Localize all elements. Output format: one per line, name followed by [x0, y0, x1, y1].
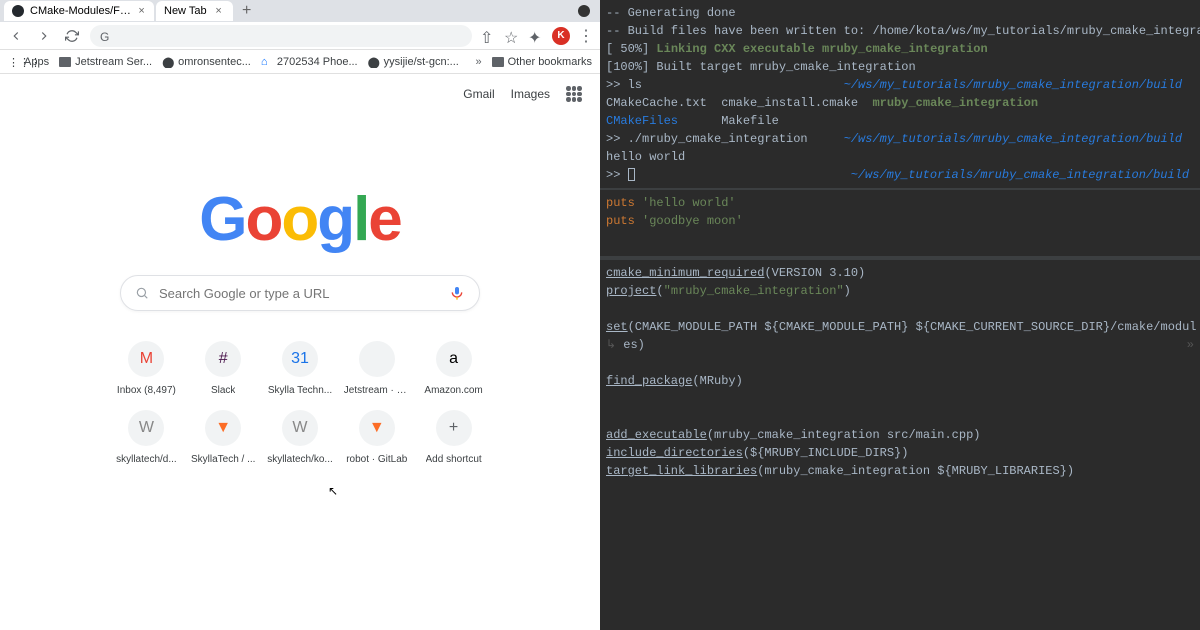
- shortcut-label: skyllatech/d...: [116, 454, 177, 465]
- shortcut-icon: ▼: [359, 410, 395, 446]
- terminal-pane[interactable]: -- Generating done-- Build files have be…: [600, 0, 1200, 190]
- shortcut-icon: +: [436, 410, 472, 446]
- shortcut-tile[interactable]: Jetstream · S...: [340, 337, 413, 400]
- shortcut-icon: #: [205, 341, 241, 377]
- terminal-line: CMakeFiles Makefile: [606, 112, 1194, 130]
- share-icon[interactable]: ⇧: [480, 28, 496, 44]
- reload-button[interactable]: [62, 26, 82, 46]
- google-apps-icon[interactable]: [566, 86, 582, 102]
- github-icon: [12, 5, 24, 17]
- shortcut-label: Jetstream · S...: [344, 385, 410, 396]
- close-icon[interactable]: ×: [137, 5, 146, 17]
- window-control-icon[interactable]: [578, 5, 590, 17]
- google-logo: Google: [199, 184, 401, 255]
- search-icon: [135, 286, 149, 300]
- shortcut-tile[interactable]: ▼ robot · GitLab: [340, 406, 413, 469]
- shortcut-label: SkyllaTech / ...: [191, 454, 255, 465]
- shortcut-tile[interactable]: # Slack: [187, 337, 260, 400]
- avatar[interactable]: K: [552, 27, 570, 45]
- tab-title: New Tab: [164, 5, 207, 17]
- shortcuts-grid: M Inbox (8,497) # Slack 31 Skylla Techn... Jet…: [110, 337, 490, 469]
- shortcut-label: Slack: [211, 385, 235, 396]
- gmail-link[interactable]: Gmail: [463, 87, 494, 101]
- shortcut-icon: ▼: [205, 410, 241, 446]
- shortcut-tile[interactable]: 31 Skylla Techn...: [264, 337, 337, 400]
- apps-icon: ⋮⋮⋮: [8, 56, 20, 68]
- tab-bar: CMake-Modules/FindMRu... × New Tab × +: [0, 0, 600, 22]
- search-icon: G: [100, 30, 112, 42]
- shortcut-tile[interactable]: ▼ SkyllaTech / ...: [187, 406, 260, 469]
- folder-icon: [59, 57, 71, 67]
- terminal-line: >> ls ~/ws/my_tutorials/mruby_cmake_inte…: [606, 76, 1194, 94]
- address-bar[interactable]: G: [90, 25, 472, 47]
- images-link[interactable]: Images: [511, 87, 550, 101]
- bookmark-bar: ⋮⋮⋮Apps Jetstream Ser... ⬤omronsentec...…: [0, 50, 600, 74]
- bookmark-folder[interactable]: Jetstream Ser...: [59, 56, 152, 68]
- chrome-browser: CMake-Modules/FindMRu... × New Tab × + G…: [0, 0, 600, 630]
- shortcut-label: Add shortcut: [426, 454, 482, 465]
- terminal-line: CMakeCache.txt cmake_install.cmake mruby…: [606, 94, 1194, 112]
- shortcut-icon: 31: [282, 341, 318, 377]
- terminal-line: [100%] Built target mruby_cmake_integrat…: [606, 58, 1194, 76]
- nav-bar: G ⇧ ☆ ✦ K ⋮: [0, 22, 600, 50]
- shortcut-tile[interactable]: Wskyllatech/ko...: [264, 406, 337, 469]
- back-button[interactable]: [6, 26, 26, 46]
- new-tab-page: Gmail Images Google M Inbox (8,497) # Slack…: [0, 74, 600, 630]
- shortcut-icon: a: [436, 341, 472, 377]
- ruby-code-pane[interactable]: puts 'hello world' puts 'goodbye moon': [600, 190, 1200, 260]
- mouse-cursor-icon: ↖: [328, 484, 338, 498]
- terminal-line: [ 50%] Linking CXX executable mruby_cmak…: [606, 40, 1194, 58]
- mic-icon[interactable]: [449, 285, 465, 301]
- shortcut-tile[interactable]: a Amazon.com: [417, 337, 490, 400]
- shortcut-tile[interactable]: + Add shortcut: [417, 406, 490, 469]
- menu-button[interactable]: ⋮: [578, 26, 594, 46]
- bookmark-item[interactable]: ⬤omronsentec...: [162, 56, 251, 68]
- close-icon[interactable]: ×: [213, 5, 225, 17]
- terminal-line: -- Generating done: [606, 4, 1194, 22]
- bookmark-item[interactable]: ⌂2702534 Phoe...: [261, 56, 358, 68]
- github-icon: ⬤: [162, 56, 174, 68]
- terminal-line: hello world: [606, 148, 1194, 166]
- search-input[interactable]: [159, 286, 439, 301]
- shortcut-icon: W: [128, 410, 164, 446]
- bookmark-apps[interactable]: ⋮⋮⋮Apps: [8, 56, 49, 68]
- other-bookmarks[interactable]: Other bookmarks: [492, 56, 592, 68]
- shortcut-label: Inbox (8,497): [117, 385, 176, 396]
- terminal-line: >> ~/ws/my_tutorials/mruby_cmake_integra…: [606, 166, 1194, 184]
- terminal-line: -- Build files have been written to: /ho…: [606, 22, 1194, 40]
- browser-tab-1[interactable]: New Tab ×: [156, 1, 233, 21]
- bookmark-item[interactable]: ⬤yysijie/st-gcn:...: [368, 56, 459, 68]
- github-icon: ⬤: [368, 56, 380, 68]
- tab-title: CMake-Modules/FindMRu...: [30, 5, 131, 17]
- shortcut-icon: M: [128, 341, 164, 377]
- shortcut-icon: W: [282, 410, 318, 446]
- shortcut-label: Skylla Techn...: [268, 385, 332, 396]
- extensions-icon[interactable]: ✦: [528, 28, 544, 44]
- shortcut-label: skyllatech/ko...: [267, 454, 333, 465]
- browser-tab-0[interactable]: CMake-Modules/FindMRu... ×: [4, 1, 154, 21]
- folder-icon: [492, 57, 504, 67]
- zillow-icon: ⌂: [261, 56, 273, 68]
- forward-button[interactable]: [34, 26, 54, 46]
- shortcut-tile[interactable]: Wskyllatech/d...: [110, 406, 183, 469]
- shortcut-label: robot · GitLab: [346, 454, 407, 465]
- cmake-code-pane[interactable]: cmake_minimum_required(VERSION 3.10) pro…: [600, 260, 1200, 630]
- chevron-right-icon[interactable]: »: [476, 56, 482, 68]
- search-box[interactable]: [120, 275, 480, 311]
- shortcut-tile[interactable]: M Inbox (8,497): [110, 337, 183, 400]
- star-icon[interactable]: ☆: [504, 28, 520, 44]
- shortcut-label: Amazon.com: [424, 385, 482, 396]
- terminal-line: >> ./mruby_cmake_integration ~/ws/my_tut…: [606, 130, 1194, 148]
- editor-window: -- Generating done-- Build files have be…: [600, 0, 1200, 630]
- new-tab-button[interactable]: +: [239, 3, 255, 19]
- shortcut-icon: [359, 341, 395, 377]
